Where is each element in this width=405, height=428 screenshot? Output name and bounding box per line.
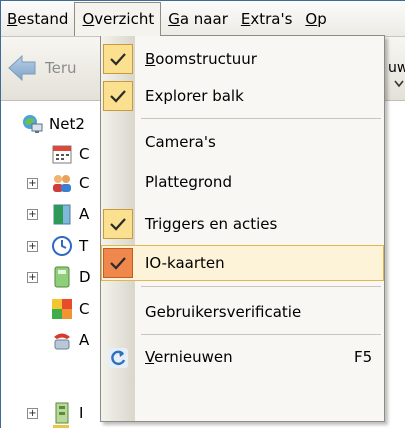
users-icon <box>53 175 71 192</box>
menu-extras-mnemonic: E <box>240 9 251 28</box>
menu-item-mnemonic: B <box>145 50 156 68</box>
menu-item-gebruikersverificatie[interactable]: Gebruikersverificatie <box>101 294 384 330</box>
device-icon <box>54 266 70 288</box>
menu-ga-naar-label: a naar <box>179 9 228 28</box>
tree-expander[interactable]: + <box>27 408 38 419</box>
tree-item[interactable]: C <box>51 295 89 323</box>
tree-expander[interactable]: + <box>27 241 38 252</box>
floorplan-icon <box>52 299 72 319</box>
menu-item-explorer-balk[interactable]: Explorer balk <box>101 78 384 114</box>
menu-item-shortcut: F5 <box>354 348 373 366</box>
menu-item-label: Camera's <box>145 133 216 151</box>
check-icon <box>103 44 133 74</box>
menu-overzicht-label: verzicht <box>94 10 155 28</box>
menu-item-cameras[interactable]: Camera's <box>101 124 384 160</box>
menu-overzicht[interactable]: Overzicht <box>74 2 162 36</box>
network-icon <box>23 115 43 133</box>
tree-expander[interactable]: + <box>27 272 38 283</box>
menu-item-boomstructuur[interactable]: Boomstructuur <box>101 41 384 77</box>
menu-item-label: Explorer balk <box>145 87 244 105</box>
tree-item[interactable]: A <box>51 200 89 228</box>
menu-separator <box>141 334 381 335</box>
menu-item-label: Vernieuwen <box>145 339 233 375</box>
tree-root[interactable]: Net2 <box>21 110 85 138</box>
chevron-down-icon[interactable] <box>394 78 404 90</box>
menu-op-label: p <box>317 9 327 28</box>
menu-item-label: Gebruikersverificatie <box>145 303 302 321</box>
menu-bar: Bestand Overzicht Ga naar Extra's Op <box>1 1 405 37</box>
menu-separator <box>141 286 381 287</box>
tree-root-label: Net2 <box>49 115 85 133</box>
clock-icon <box>52 236 72 256</box>
tree-item[interactable]: C <box>51 169 89 197</box>
overzicht-dropdown-menu: Boomstructuur Explorer balk Camera's Pla… <box>100 35 385 422</box>
tree-expander[interactable]: + <box>27 178 38 189</box>
alarm-phone-icon <box>54 333 70 350</box>
menu-op-mnemonic: O <box>305 9 318 28</box>
toolbar-right-label: uw <box>388 60 405 76</box>
tree-item-label: T <box>79 237 89 255</box>
menu-item-plattegrond[interactable]: Plattegrond <box>101 164 384 200</box>
tree-item-label: I <box>79 404 84 422</box>
menu-item-label: Boomstructuur <box>145 41 257 77</box>
check-icon <box>103 209 133 239</box>
tree-item-label: A <box>79 331 90 349</box>
menu-item-label: Plattegrond <box>145 173 232 191</box>
menu-item-label: IO-kaarten <box>145 254 225 272</box>
menu-extras[interactable]: Extra's <box>234 1 299 36</box>
refresh-icon <box>108 348 128 368</box>
check-icon <box>103 248 133 278</box>
menu-bestand[interactable]: Bestand <box>1 1 74 36</box>
menu-item-label: Triggers en acties <box>145 215 278 233</box>
menu-item-label-rest: ernieuwen <box>154 348 233 366</box>
tree-item[interactable]: D <box>51 263 91 291</box>
tree-item[interactable]: I <box>51 399 83 427</box>
tree-expander[interactable]: + <box>27 209 38 220</box>
menu-separator <box>141 118 381 119</box>
menu-item-mnemonic: V <box>145 348 155 366</box>
tree-item[interactable]: C <box>51 140 89 168</box>
tree-item-label: C <box>79 300 90 318</box>
menu-ga-naar[interactable]: Ga naar <box>161 1 234 36</box>
door-icon <box>53 204 71 225</box>
tree-item-label: D <box>79 268 91 286</box>
back-arrow-icon <box>8 54 36 82</box>
menu-ga-naar-mnemonic: G <box>168 9 180 28</box>
back-button-label: Teru <box>45 59 77 77</box>
menu-extras-label: xtra's <box>250 9 293 28</box>
tree-item-label: C <box>79 145 90 163</box>
calendar-icon <box>52 145 72 164</box>
back-button[interactable]: Teru <box>7 49 103 87</box>
check-icon <box>103 81 133 111</box>
io-card-icon <box>55 402 69 424</box>
tree-item-label: A <box>79 205 90 223</box>
menu-bestand-mnemonic: B <box>7 9 18 28</box>
menu-item-label-rest: oomstructuur <box>155 50 257 68</box>
menu-overzicht-mnemonic: O <box>82 10 95 28</box>
menu-item-io-kaarten[interactable]: IO-kaarten <box>101 245 384 281</box>
menu-item-triggers-en-acties[interactable]: Triggers en acties <box>101 206 384 242</box>
menu-bestand-label: estand <box>17 9 69 28</box>
menu-op[interactable]: Op <box>298 1 332 36</box>
tree-item[interactable]: T <box>51 232 88 260</box>
tree-item[interactable]: A <box>51 326 89 354</box>
menu-item-vernieuwen[interactable]: Vernieuwen F5 <box>101 339 384 375</box>
tree-item-label: C <box>79 174 90 192</box>
